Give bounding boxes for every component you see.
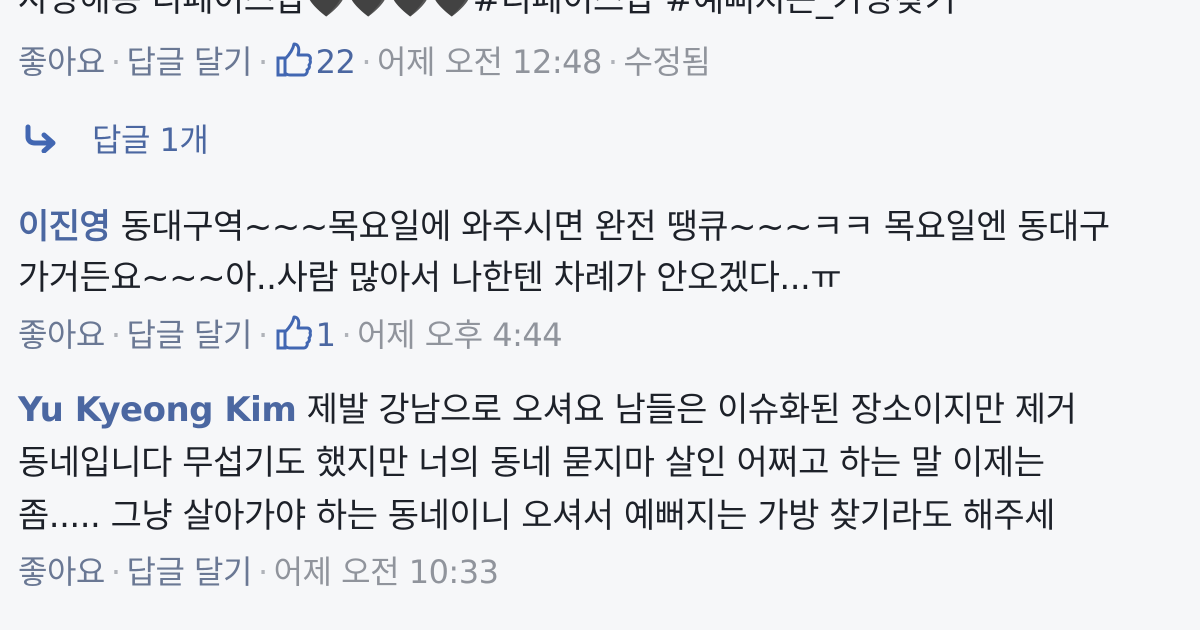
separator: · — [607, 43, 618, 81]
comment-author[interactable]: 이진영 — [18, 207, 111, 247]
comment-text: 동네입니다 무섭기도 했지만 너의 동네 묻지마 살인 어쩌고 하는 말 이제는 — [18, 443, 1045, 483]
comment-text-top: 사랑해용 디페이스갑🖤🖤🖤🖤#디페이스갑 #예뻐지는_가방찾기 — [18, 0, 956, 20]
comment-text: 동대구역~~~목요일에 와주시면 완전 땡큐~~~ㅋㅋ 목요일엔 동대구 — [120, 207, 1110, 247]
separator: · — [257, 553, 268, 591]
replies-count-label[interactable]: 답글 1개 — [92, 121, 209, 159]
comment-line-2: 동네입니다 무섭기도 했지만 너의 동네 묻지마 살인 어쩌고 하는 말 이제는 — [18, 441, 1045, 485]
thumbs-up-icon[interactable] — [274, 314, 312, 352]
like-link[interactable]: 좋아요 — [18, 43, 105, 81]
separator: · — [110, 316, 121, 354]
comment-text-line: 사랑해용 디페이스갑🖤🖤🖤🖤#디페이스갑 #예뻐지는_가방찾기 — [18, 0, 956, 22]
edited-label[interactable]: 수정됨 — [624, 43, 711, 81]
comment-author[interactable]: Yu Kyeong Kim — [18, 390, 297, 430]
separator: · — [110, 553, 121, 591]
separator: · — [257, 316, 268, 354]
separator: · — [257, 43, 268, 81]
comment-line-1: Yu Kyeong Kim 제발 강남으로 오셔요 남들은 이슈화된 장소이지만… — [18, 388, 1077, 432]
like-link[interactable]: 좋아요 — [18, 553, 105, 591]
comment-actions: 좋아요 · 답글 달기 · 22 · 어제 오전 12:48 · 수정됨 — [18, 40, 711, 84]
reply-link[interactable]: 답글 달기 — [127, 43, 253, 81]
comment-text: 제발 강남으로 오셔요 남들은 이슈화된 장소이지만 제거 — [306, 390, 1077, 430]
separator: · — [341, 316, 352, 354]
like-link[interactable]: 좋아요 — [18, 316, 105, 354]
separator: · — [361, 43, 371, 81]
like-count[interactable]: 1 — [316, 316, 336, 354]
thumbs-up-icon[interactable] — [274, 41, 312, 79]
comment-actions: 좋아요 · 답글 달기 · 어제 오전 10:33 — [18, 550, 499, 594]
timestamp[interactable]: 어제 오전 12:48 — [377, 43, 602, 81]
reply-link[interactable]: 답글 달기 — [127, 553, 253, 591]
comment-line-3: 좀..... 그냥 살아가야 하는 동네이니 오셔서 예뻐지는 가방 찾기라도 … — [18, 494, 1055, 538]
timestamp[interactable]: 어제 오전 10:33 — [274, 553, 499, 591]
comment-text: 가거든요~~~아..사람 많아서 나한텐 차례가 안오겠다...ㅠ — [18, 258, 842, 298]
replies-toggle[interactable]: 답글 1개 — [22, 118, 209, 162]
timestamp[interactable]: 어제 오후 4:44 — [357, 316, 562, 354]
comment-actions: 좋아요 · 답글 달기 · 1 · 어제 오후 4:44 — [18, 313, 563, 357]
comment-line-2: 가거든요~~~아..사람 많아서 나한텐 차례가 안오겠다...ㅠ — [18, 256, 842, 300]
comment-line-1: 이진영 동대구역~~~목요일에 와주시면 완전 땡큐~~~ㅋㅋ 목요일엔 동대구 — [18, 205, 1110, 249]
like-count[interactable]: 22 — [316, 43, 356, 81]
comment-text: 좀..... 그냥 살아가야 하는 동네이니 오셔서 예뻐지는 가방 찾기라도 … — [18, 496, 1055, 536]
separator: · — [110, 43, 121, 81]
reply-link[interactable]: 답글 달기 — [127, 316, 253, 354]
reply-arrow-icon — [22, 123, 60, 153]
comments-thread: 사랑해용 디페이스갑🖤🖤🖤🖤#디페이스갑 #예뻐지는_가방찾기 좋아요 · 답글 달… — [0, 0, 1200, 630]
